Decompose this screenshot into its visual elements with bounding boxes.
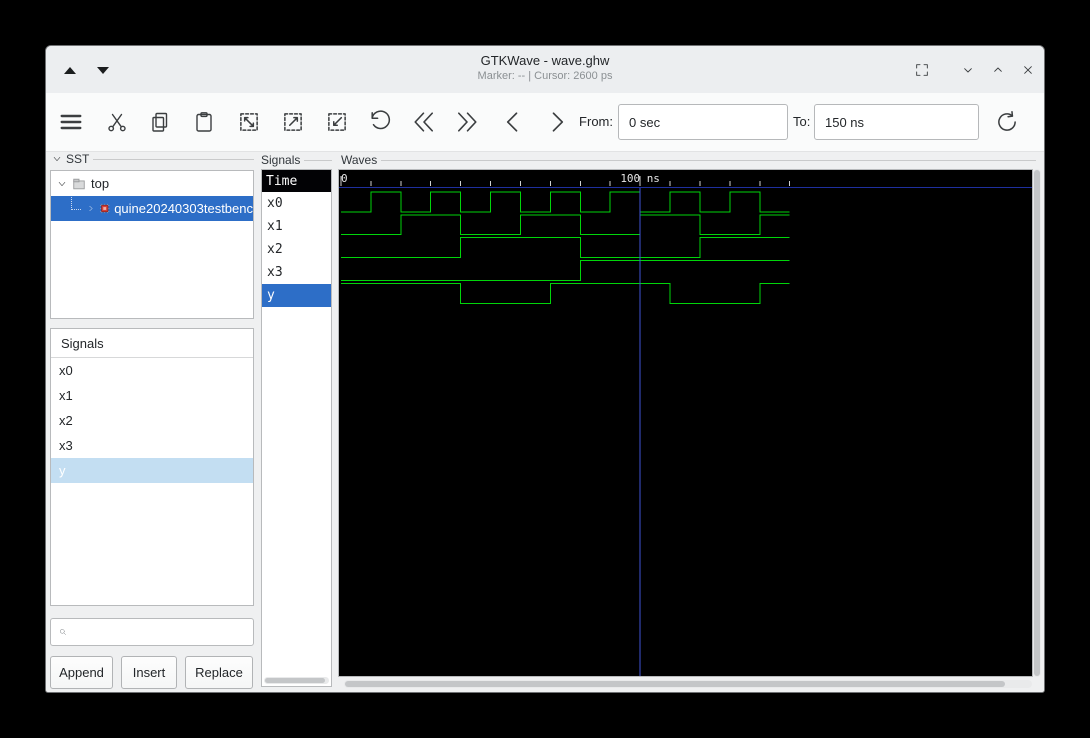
- time-header[interactable]: Time: [262, 170, 331, 192]
- cut-button[interactable]: [103, 108, 131, 136]
- svg-text:0: 0: [341, 172, 348, 185]
- zoom-out-button[interactable]: [323, 108, 351, 136]
- tree-item-label: top: [91, 176, 110, 191]
- waves-section-label: Waves: [341, 153, 1036, 167]
- names-horizontal-scrollbar[interactable]: [264, 677, 329, 684]
- wave-horizontal-scrollbar[interactable]: [344, 680, 1032, 688]
- clipboard-paste-icon: [196, 112, 212, 132]
- titlebar[interactable]: GTKWave - wave.ghw Marker: -- | Cursor: …: [46, 46, 1044, 93]
- scrollbar-thumb[interactable]: [345, 681, 1005, 687]
- from-label: From:: [579, 114, 613, 129]
- fullscreen-icon: [916, 64, 928, 76]
- jump-to-end-button[interactable]: [453, 108, 481, 136]
- chip-icon: [99, 203, 110, 214]
- signal-names-panel: Time x0 x1 x2 x3 y: [261, 169, 332, 687]
- jump-to-start-button[interactable]: [410, 108, 438, 136]
- signals-list-panel: Signals x0 x1 x2 x3 y: [50, 328, 254, 606]
- signal-list-item-x2[interactable]: x2: [51, 408, 253, 433]
- scrollbar-thumb[interactable]: [265, 678, 325, 683]
- menu-button[interactable]: [57, 108, 85, 136]
- name-row-y[interactable]: y: [262, 284, 331, 307]
- chevron-left-icon: [506, 112, 518, 132]
- names-section-label: Signals: [261, 153, 332, 167]
- minimize-button[interactable]: [958, 60, 978, 80]
- expander-chevron-icon: [53, 157, 61, 161]
- hierarchy-box-icon: [73, 178, 85, 189]
- insert-button[interactable]: Insert: [121, 656, 177, 689]
- window-title: GTKWave - wave.ghw: [480, 53, 610, 68]
- wave-display[interactable]: 0 100 ns: [338, 169, 1033, 677]
- scrollbar-thumb[interactable]: [1034, 170, 1040, 676]
- tree-item-top[interactable]: top: [51, 171, 253, 196]
- reload-button[interactable]: [993, 108, 1021, 136]
- tree-expanded-chevron-icon: [58, 181, 66, 186]
- zoom-in-icon: [284, 113, 302, 131]
- search-input[interactable]: [73, 623, 253, 641]
- hamburger-menu-icon: [60, 114, 82, 130]
- copy-button[interactable]: [146, 108, 174, 136]
- sst-tree-panel: top quine20240303testbenc: [50, 170, 254, 319]
- chevron-up-icon: [994, 67, 1002, 72]
- toolbar: From: To:: [46, 93, 1044, 152]
- close-button[interactable]: [1018, 60, 1038, 80]
- reload-icon: [998, 111, 1016, 131]
- waveform-canvas[interactable]: 0 100 ns: [339, 170, 1032, 676]
- zoom-fit-icon: [240, 113, 258, 131]
- chevron-down-icon: [964, 68, 972, 73]
- name-row-x3[interactable]: x3: [262, 261, 331, 284]
- close-icon: [1024, 66, 1032, 74]
- zoom-in-button[interactable]: [279, 108, 307, 136]
- tree-collapsed-chevron-icon: [89, 205, 93, 212]
- wave-vertical-scrollbar[interactable]: [1033, 169, 1041, 677]
- zoom-fit-button[interactable]: [235, 108, 263, 136]
- to-label: To:: [793, 114, 811, 129]
- undo-arrow-icon: [371, 110, 391, 130]
- gtkwave-window: GTKWave - wave.ghw Marker: -- | Cursor: …: [45, 45, 1045, 693]
- search-icon: [60, 629, 66, 635]
- double-chevron-right-icon: [458, 112, 477, 132]
- name-row-x0[interactable]: x0: [262, 192, 331, 215]
- sst-section-label[interactable]: SST: [52, 152, 254, 166]
- to-input[interactable]: [814, 104, 979, 140]
- paste-button[interactable]: [190, 108, 218, 136]
- tree-item-label: quine20240303testbenc: [114, 201, 253, 216]
- replace-button[interactable]: Replace: [185, 656, 253, 689]
- zoom-out-icon: [328, 113, 346, 131]
- signal-list-item-x3[interactable]: x3: [51, 433, 253, 458]
- from-input[interactable]: [618, 104, 788, 140]
- copy-icon: [152, 112, 168, 132]
- signal-list-item-x1[interactable]: x1: [51, 383, 253, 408]
- fullscreen-button[interactable]: [912, 60, 932, 80]
- name-row-x1[interactable]: x1: [262, 215, 331, 238]
- tree-connector-line: [71, 197, 81, 210]
- maximize-button[interactable]: [988, 60, 1008, 80]
- append-button[interactable]: Append: [50, 656, 113, 689]
- svg-text:100 ns: 100 ns: [620, 172, 660, 185]
- name-row-x2[interactable]: x2: [262, 238, 331, 261]
- undo-button[interactable]: [366, 108, 394, 136]
- double-chevron-left-icon: [414, 112, 433, 132]
- signal-list-item-x0[interactable]: x0: [51, 358, 253, 383]
- signals-list-header: Signals: [51, 329, 253, 358]
- tree-item-testbench[interactable]: quine20240303testbenc: [51, 196, 253, 221]
- prev-edge-button[interactable]: [499, 108, 527, 136]
- marker-cursor-status: Marker: -- | Cursor: 2600 ps: [477, 70, 613, 82]
- signal-search-box[interactable]: [50, 618, 254, 646]
- signal-list-item-y[interactable]: y: [51, 458, 253, 483]
- scissors-icon: [108, 113, 126, 132]
